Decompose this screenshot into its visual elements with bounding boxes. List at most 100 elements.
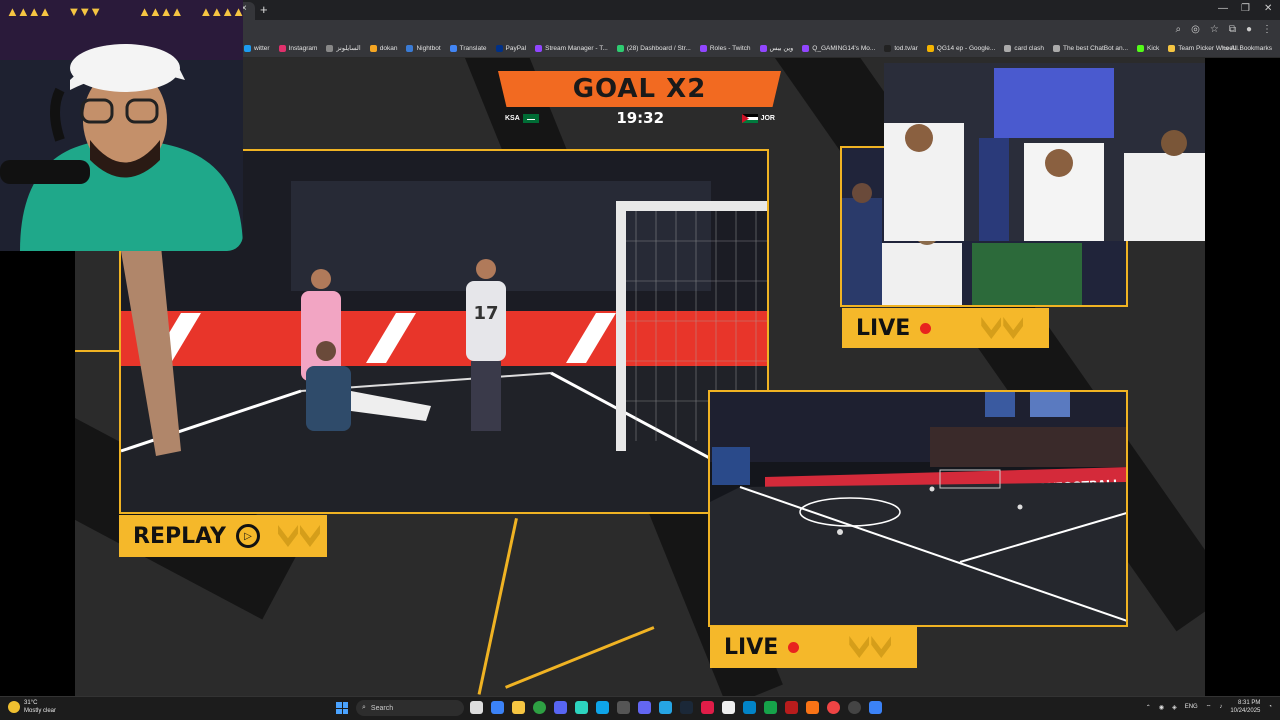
bookmark-item[interactable]: Stream Manager - T... [535,44,608,52]
jordan-flag-icon [741,113,758,123]
bookmark-item[interactable]: Nightbot [406,44,441,52]
app-icon[interactable] [806,701,819,714]
bookmark-item[interactable]: dokan [369,44,398,52]
team-left-name: KSA [505,114,520,122]
gold-pattern-icon: ▲▲▲▲ [6,3,51,19]
bookmark-label: tod.tv/ar [894,44,918,52]
bookmark-item[interactable]: Translate [449,44,487,52]
bookmark-item[interactable]: Q_GAMING14's Mo... [802,44,875,52]
team-right-name: JOR [760,114,775,122]
all-bookmarks-label: All Bookmarks [1230,45,1272,52]
goal-banner-text: GOAL X2 [572,74,707,104]
xbox-icon[interactable] [617,701,630,714]
bookmark-favicon-icon [326,44,334,52]
bookmark-item[interactable]: The best ChatBot an... [1052,44,1128,52]
chevron-up-icon[interactable]: ⌃ [1146,704,1151,711]
bookmark-label: dokan [379,44,398,52]
obs-icon[interactable] [638,701,651,714]
bookmark-item[interactable]: Roles - Twitch [699,44,751,52]
live-label-top: LIVE [842,308,1049,348]
wifi-icon[interactable]: ⌔ [1206,703,1212,711]
bookmark-label: Kick [1147,44,1160,52]
bookmark-label: PayPal [505,44,527,52]
bookmark-label: QG14 ep - Google... [936,44,996,52]
telegram-icon[interactable] [659,701,672,714]
tray-app-icon[interactable]: ◉ [1159,704,1164,711]
folder-icon: ▭ [1222,45,1229,52]
app-icon[interactable] [869,701,882,714]
bookmark-label: card clash [1014,44,1044,52]
bookmark-item[interactable]: tod.tv/ar [884,44,918,52]
weather-temp: 31°C [24,700,38,706]
profile-icon[interactable]: ● [1246,24,1252,35]
gold-accent-line [477,518,518,695]
extensions-icon[interactable]: ⧉ [1229,24,1236,35]
saudi-flag-icon [522,113,539,123]
bookmark-item[interactable]: QG14 ep - Google... [926,44,996,52]
start-button[interactable] [336,702,348,714]
bookmark-favicon-icon [759,44,767,52]
bookmark-label: Nightbot [416,44,441,52]
star-icon[interactable]: ☆ [1210,24,1219,35]
bookmark-label: witter [254,44,270,52]
gold-pattern-icon: ▲▲▲▲ [138,3,183,19]
restore-icon[interactable]: ❐ [1241,3,1250,14]
bookmark-favicon-icon [1137,44,1145,52]
new-tab-icon[interactable]: + [260,2,268,17]
zoom-icon[interactable]: ⌕ [1176,24,1182,35]
close-window-icon[interactable]: ✕ [1264,3,1272,14]
app-icon[interactable] [848,701,861,714]
bookmark-favicon-icon [1168,44,1176,52]
bookmark-item[interactable]: (28) Dashboard / Str... [616,44,691,52]
system-time: 8:31 PM [1238,700,1261,706]
steam-icon[interactable] [680,701,693,714]
bookmark-item[interactable]: Instagram [278,44,317,52]
chrome-icon[interactable] [533,701,546,714]
webcam-scene [0,0,243,251]
taskbar-search[interactable]: ⌕ Search [356,700,464,716]
all-bookmarks-button[interactable]: ▭ All Bookmarks [1223,44,1272,52]
weather-desc: Mostly clear [24,708,57,714]
discord-icon[interactable] [554,701,567,714]
task-view-icon[interactable] [470,701,483,714]
live-dot-icon [920,322,932,334]
app-icon[interactable] [575,701,588,714]
system-tray: ⌃ ◉ ◈ ENG ⌔ ♪ 8:31 PM 10/24/2025 ◔ [1146,699,1272,715]
bookmark-item[interactable]: PayPal [495,44,527,52]
bookmark-favicon-icon [369,44,377,52]
bookmark-item[interactable]: Kick [1137,44,1159,52]
edge-icon[interactable] [596,701,609,714]
weather-widget[interactable]: 31°C Mostly clear [8,699,56,715]
eye-off-icon[interactable]: ◎ [1191,24,1200,35]
bookmark-item[interactable]: السايلونز [326,44,361,52]
search-placeholder: Search [370,704,394,712]
bookmark-favicon-icon [699,44,707,52]
bookmark-label: وين بيس [769,45,794,52]
app-icon[interactable] [743,701,756,714]
notepad-icon[interactable] [722,701,735,714]
app-icon[interactable] [701,701,714,714]
bookmarks-list: witter Instagram السايلونز dokan Nightbot Tra… [244,44,1240,52]
live-label-bottom-text: LIVE [724,634,779,660]
excel-icon[interactable] [764,701,777,714]
bookmark-item[interactable]: witter [244,44,270,52]
app-icon[interactable] [827,701,840,714]
minimize-icon[interactable]: — [1218,3,1228,14]
replay-label-text: REPLAY [133,523,226,549]
tray-app-icon[interactable]: ◈ [1172,704,1177,711]
gold-pattern-icon: ▼▼▼ [67,3,102,19]
notifications-icon[interactable]: ◔ [1268,704,1272,710]
lang-indicator[interactable]: ENG [1185,704,1198,710]
taskbar-apps [470,701,882,714]
bookmark-item[interactable]: card clash [1004,44,1044,52]
system-clock[interactable]: 8:31 PM 10/24/2025 [1230,699,1260,715]
app-icon[interactable] [785,701,798,714]
bookmark-label: Roles - Twitch [709,44,751,52]
bookmark-item[interactable]: وين بيس [759,44,794,52]
gold-pattern-icon: ▲▲▲▲ [199,3,243,19]
menu-icon[interactable]: ⋮ [1262,24,1272,35]
system-date: 10/24/2025 [1230,708,1261,714]
speaker-icon[interactable]: ♪ [1219,704,1222,710]
copilot-icon[interactable] [491,701,504,714]
file-explorer-icon[interactable] [512,701,525,714]
